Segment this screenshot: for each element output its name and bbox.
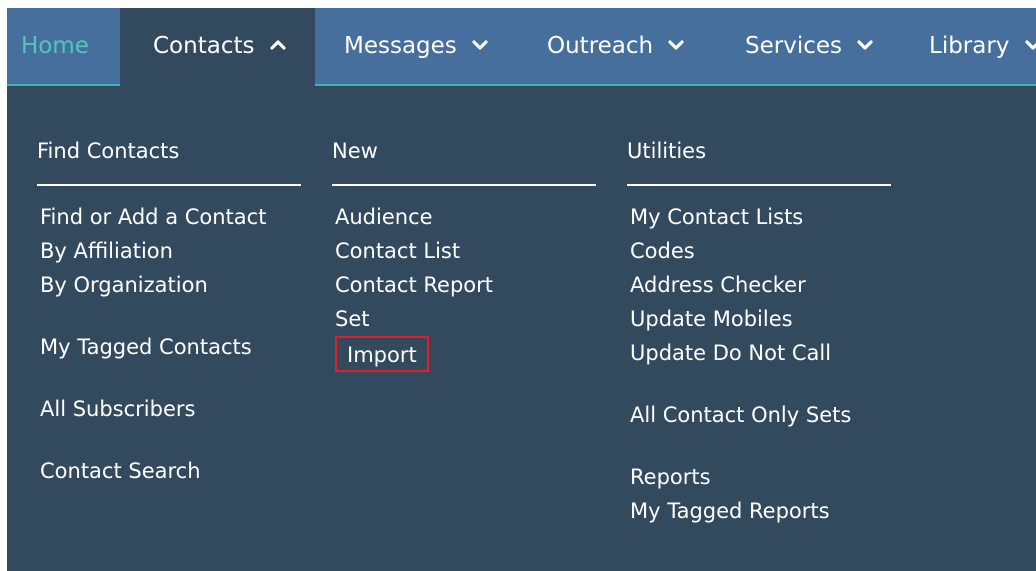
nav-contacts-label: Contacts: [153, 33, 255, 59]
new-divider: [332, 184, 596, 186]
all-contact-only-sets-link[interactable]: All Contact Only Sets: [627, 398, 891, 432]
nav-outreach-label: Outreach: [547, 33, 654, 59]
chevron-down-icon: [472, 39, 488, 50]
find-contacts-column: Find Contacts Find or Add a Contact By A…: [37, 136, 301, 488]
nav-services[interactable]: Services: [745, 8, 873, 84]
utilities-divider: [627, 184, 891, 186]
update-mobiles-link[interactable]: Update Mobiles: [627, 302, 891, 336]
chevron-down-icon: [668, 39, 685, 50]
find-contacts-divider: [37, 184, 301, 186]
nav-home-label: Home: [21, 33, 89, 59]
import-link[interactable]: Import: [332, 336, 596, 372]
audience-link[interactable]: Audience: [332, 200, 596, 234]
find-or-add-contact-link[interactable]: Find or Add a Contact: [37, 200, 301, 234]
my-tagged-contacts-link[interactable]: My Tagged Contacts: [37, 330, 301, 364]
nav-outreach[interactable]: Outreach: [547, 8, 685, 84]
utilities-column: Utilities My Contact Lists Codes Address…: [627, 136, 891, 528]
app-frame: Home Contacts Messages Outreach Services: [7, 8, 1036, 571]
my-contact-lists-link[interactable]: My Contact Lists: [627, 200, 891, 234]
import-highlight-box: Import: [335, 336, 429, 372]
nav-contacts[interactable]: Contacts: [120, 8, 315, 88]
contact-list-link[interactable]: Contact List: [332, 234, 596, 268]
by-affiliation-link[interactable]: By Affiliation: [37, 234, 301, 268]
new-column: New Audience Contact List Contact Report…: [332, 136, 596, 372]
new-heading: New: [332, 139, 378, 163]
utilities-heading: Utilities: [627, 139, 707, 163]
codes-link[interactable]: Codes: [627, 234, 891, 268]
all-subscribers-link[interactable]: All Subscribers: [37, 392, 301, 426]
by-organization-link[interactable]: By Organization: [37, 268, 301, 302]
address-checker-link[interactable]: Address Checker: [627, 268, 891, 302]
reports-link[interactable]: Reports: [627, 460, 891, 494]
chevron-down-icon: [1025, 39, 1036, 50]
nav-library[interactable]: Library: [929, 8, 1036, 84]
chevron-down-icon: [857, 39, 873, 50]
chevron-up-icon: [270, 39, 286, 50]
my-tagged-reports-link[interactable]: My Tagged Reports: [627, 494, 891, 528]
contact-search-link[interactable]: Contact Search: [37, 454, 301, 488]
nav-home[interactable]: Home: [7, 8, 120, 84]
update-do-not-call-link[interactable]: Update Do Not Call: [627, 336, 891, 370]
find-contacts-heading: Find Contacts: [37, 139, 180, 163]
top-navbar: Home Contacts Messages Outreach Services: [7, 8, 1036, 88]
nav-messages-label: Messages: [344, 33, 457, 59]
nav-messages[interactable]: Messages: [344, 8, 488, 84]
nav-library-label: Library: [929, 33, 1010, 59]
nav-services-label: Services: [745, 33, 842, 59]
contact-report-link[interactable]: Contact Report: [332, 268, 596, 302]
set-link[interactable]: Set: [332, 302, 596, 336]
